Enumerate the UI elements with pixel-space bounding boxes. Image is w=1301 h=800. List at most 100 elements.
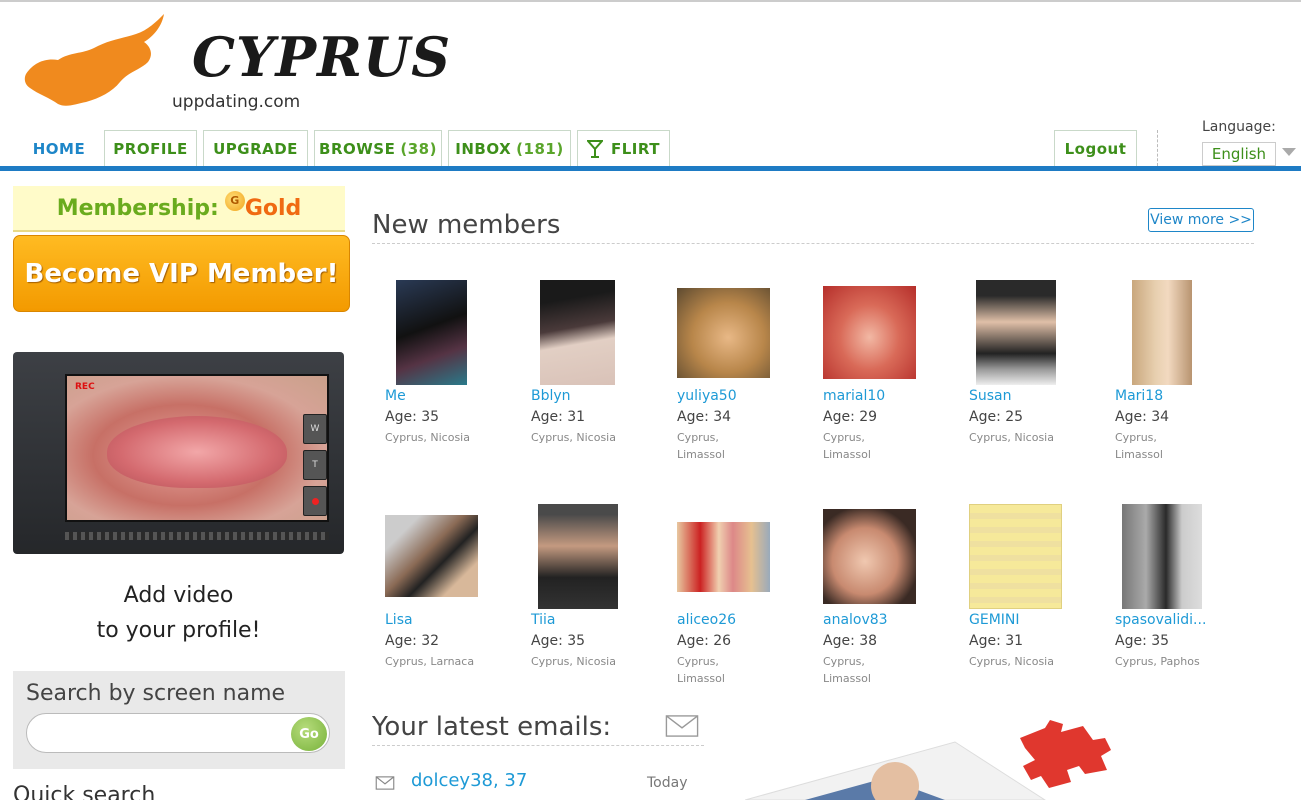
member-photo[interactable]: [1132, 280, 1192, 385]
member-age: Age: 38: [823, 633, 878, 649]
nav-underline: [0, 166, 1301, 171]
envelope-icon: [375, 776, 395, 790]
go-button[interactable]: Go: [291, 717, 327, 751]
tab-inbox[interactable]: INBOX (181): [448, 130, 571, 167]
rec-indicator: REC: [75, 382, 95, 392]
site-logo[interactable]: CYPRUS uppdating.com: [24, 12, 450, 117]
add-video-text[interactable]: Add video to your profile!: [13, 578, 344, 648]
tab-home-label: HOME: [32, 139, 86, 158]
member-name[interactable]: spasovalidi...: [1115, 612, 1206, 628]
member-photo[interactable]: [540, 280, 615, 385]
member-name[interactable]: Bblyn: [531, 388, 571, 404]
tab-inbox-label: INBOX: [455, 140, 512, 158]
membership-status: Membership: G Gold: [13, 186, 345, 232]
member-location: Cyprus, Larnaca: [385, 655, 475, 668]
member-age: Age: 35: [385, 409, 440, 425]
email-sender[interactable]: dolcey38, 37: [411, 770, 527, 791]
membership-label: Membership:: [56, 195, 219, 221]
latest-emails-title: Your latest emails:: [372, 712, 612, 742]
member-location: Cyprus, Limassol: [823, 431, 871, 461]
member-name[interactable]: yuliya50: [677, 388, 737, 404]
member-name[interactable]: aliceo26: [677, 612, 736, 628]
camera-t-button: T: [303, 450, 327, 480]
member-location: Cyprus, Nicosia: [531, 431, 616, 444]
tab-profile[interactable]: PROFILE: [104, 130, 197, 167]
member-age: Age: 35: [1115, 633, 1170, 649]
member-name[interactable]: Tiia: [531, 612, 555, 628]
browse-count: (38): [400, 140, 437, 158]
email-date: Today: [647, 775, 688, 791]
tab-browse[interactable]: BROWSE (38): [314, 130, 442, 167]
tab-browse-label: BROWSE: [319, 140, 396, 158]
member-age: Age: 26: [677, 633, 732, 649]
member-photo[interactable]: [823, 509, 916, 604]
nav-divider: [1157, 130, 1158, 166]
member-location: Cyprus, Limassol: [677, 655, 725, 685]
main-navigation: HOME PROFILE UPGRADE BROWSE (38) INBOX (18…: [0, 130, 1301, 173]
add-video-line1: Add video: [123, 583, 234, 608]
member-photo[interactable]: [538, 504, 618, 609]
member-location: Cyprus, Nicosia: [531, 655, 616, 668]
cyprus-island-icon: [24, 14, 164, 106]
puzzle-graphic: [745, 720, 1111, 800]
new-members-title: New members: [372, 210, 561, 240]
screen-name-input[interactable]: [26, 713, 330, 753]
member-name[interactable]: marial10: [823, 388, 885, 404]
member-name[interactable]: analov83: [823, 612, 888, 628]
member-age: Age: 31: [969, 633, 1024, 649]
member-photo[interactable]: [976, 280, 1056, 385]
logout-label: Logout: [1064, 140, 1127, 158]
inbox-count: (181): [516, 140, 564, 158]
member-photo[interactable]: [823, 286, 916, 379]
member-photo[interactable]: [385, 515, 478, 597]
add-video-camera-image[interactable]: REC W T: [13, 352, 344, 554]
member-age: Age: 31: [531, 409, 586, 425]
tab-flirt-label: FLIRT: [611, 140, 660, 158]
logout-button[interactable]: Logout: [1054, 130, 1137, 167]
logo-wordmark: CYPRUS: [192, 25, 452, 89]
search-by-name-panel: Search by screen name Go: [13, 671, 345, 769]
member-photo[interactable]: [969, 504, 1062, 609]
top-border: [0, 0, 1301, 2]
logo-domain: uppdating.com: [172, 92, 301, 112]
language-value: English: [1211, 145, 1267, 163]
language-label: Language:: [1202, 119, 1276, 135]
member-name[interactable]: Mari18: [1115, 388, 1163, 404]
gold-coin-icon: G: [224, 191, 245, 211]
envelope-icon: [665, 715, 699, 737]
quick-search-title: Quick search: [13, 783, 156, 800]
cocktail-icon: [587, 140, 603, 158]
tab-profile-label: PROFILE: [113, 140, 188, 158]
member-location: Cyprus, Nicosia: [385, 431, 470, 444]
chevron-down-icon[interactable]: [1282, 148, 1296, 156]
puzzle-promo-image[interactable]: [745, 718, 1125, 800]
emails-divider: [372, 745, 704, 746]
member-location: Cyprus, Limassol: [1115, 431, 1163, 461]
new-members-divider: [372, 243, 1254, 244]
member-name[interactable]: GEMINI: [969, 612, 1020, 628]
language-select[interactable]: English: [1202, 142, 1276, 166]
member-age: Age: 34: [1115, 409, 1170, 425]
search-title: Search by screen name: [26, 681, 286, 706]
tab-upgrade[interactable]: UPGRADE: [203, 130, 308, 167]
member-age: Age: 25: [969, 409, 1024, 425]
member-age: Age: 32: [385, 633, 440, 649]
tab-home[interactable]: HOME: [20, 130, 98, 167]
camera-record-button: [303, 486, 327, 516]
tab-flirt[interactable]: FLIRT: [577, 130, 670, 167]
member-name[interactable]: Me: [385, 388, 406, 404]
member-name[interactable]: Lisa: [385, 612, 413, 628]
member-photo[interactable]: [677, 288, 770, 378]
member-name[interactable]: Susan: [969, 388, 1012, 404]
camera-screen: REC: [65, 374, 329, 522]
member-photo[interactable]: [677, 522, 770, 592]
member-location: Cyprus, Paphos: [1115, 655, 1200, 668]
tab-upgrade-label: UPGRADE: [213, 140, 298, 158]
member-location: Cyprus, Limassol: [677, 431, 725, 461]
view-more-button[interactable]: View more >>: [1148, 208, 1254, 232]
member-photo[interactable]: [1122, 504, 1202, 609]
become-vip-button[interactable]: Become VIP Member!: [13, 235, 350, 312]
lips-image: [107, 416, 287, 488]
member-photo[interactable]: [396, 280, 467, 385]
member-age: Age: 34: [677, 409, 732, 425]
